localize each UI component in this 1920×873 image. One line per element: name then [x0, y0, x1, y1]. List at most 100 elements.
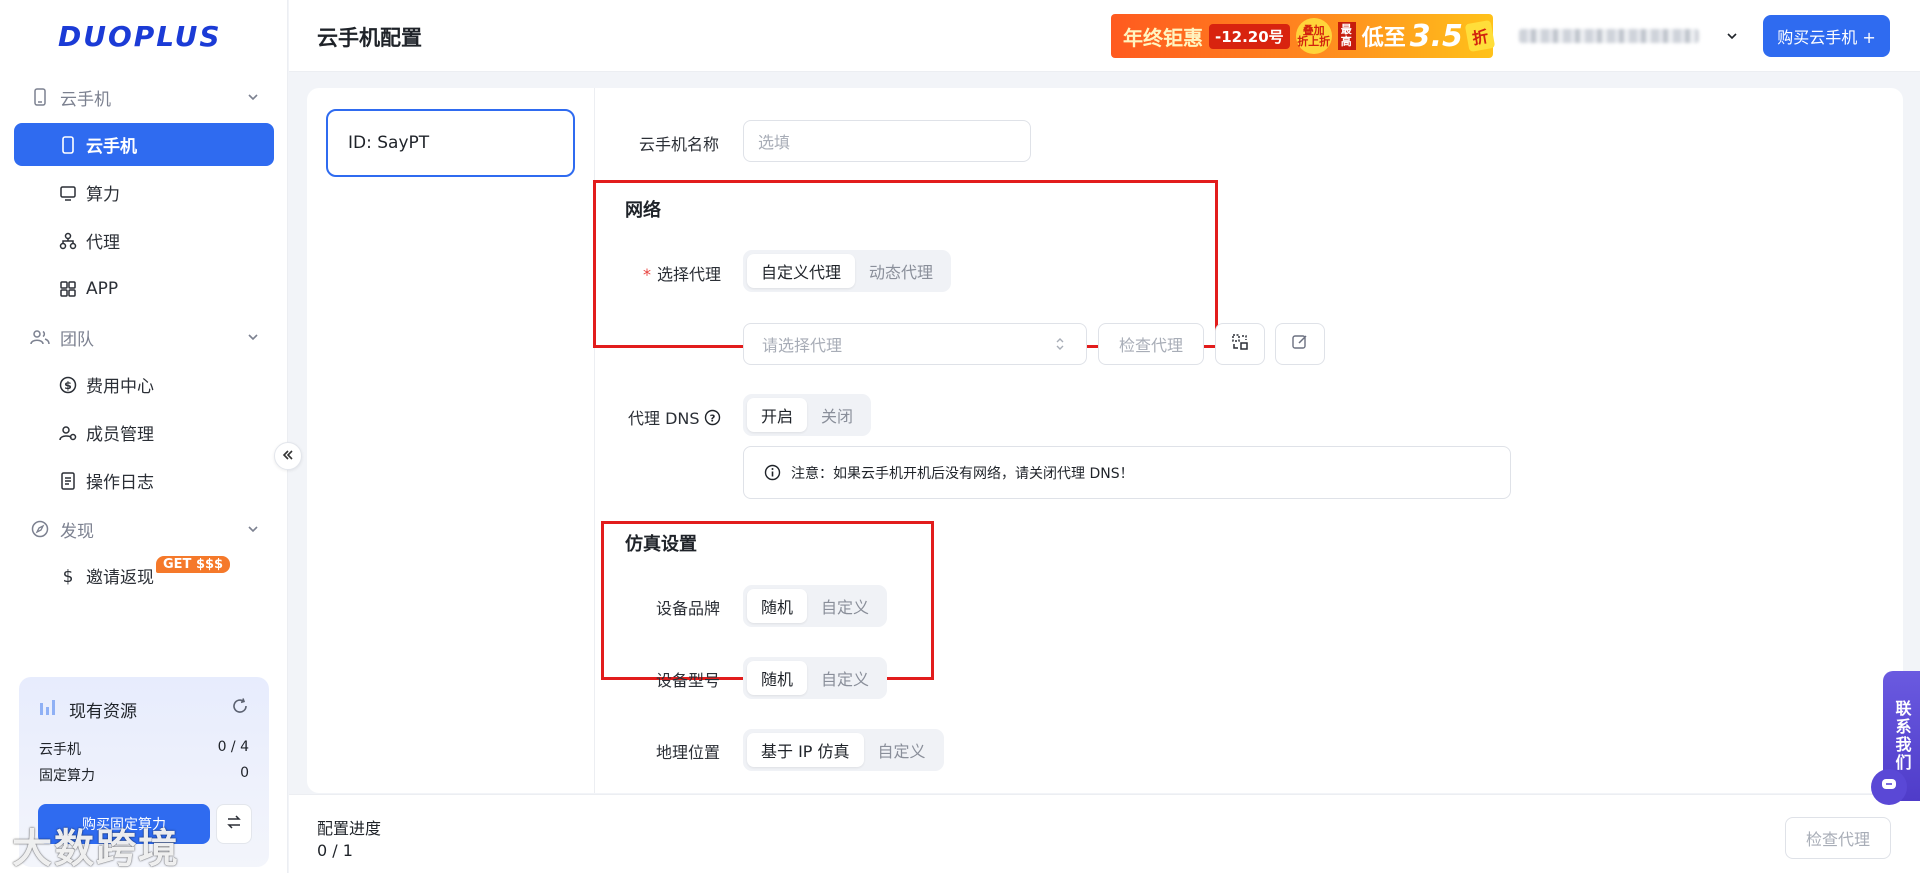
phone-outline-icon [30, 87, 50, 107]
nav-group-label: 团队 [60, 329, 94, 350]
chat-button[interactable] [1871, 769, 1907, 805]
brand-option-custom[interactable]: 自定义 [807, 589, 883, 623]
nav-group-label: 云手机 [60, 89, 111, 110]
progress-value: 0 / 1 [317, 841, 353, 860]
proxy-label-text: 选择代理 [657, 265, 722, 284]
promo-banner[interactable]: 年终钜惠 -12.20号 叠加 折上折 最高 低至 3.5 折 [1111, 14, 1496, 58]
model-option-custom[interactable]: 自定义 [807, 661, 883, 695]
chevron-down-icon [246, 329, 260, 349]
footer-check-proxy-button[interactable]: 检查代理 [1785, 817, 1891, 859]
name-label: 云手机名称 [639, 135, 720, 154]
promo-stack-badge: 叠加 折上折 [1295, 18, 1332, 54]
resource-value: 0 [240, 765, 249, 781]
watermark: 大数跨境 [12, 826, 180, 872]
brand-option-random[interactable]: 随机 [747, 589, 808, 623]
info-icon [764, 464, 781, 481]
edit-icon [1291, 333, 1309, 355]
model-toggle: 随机 自定义 [743, 657, 888, 699]
geo-option-ip[interactable]: 基于 IP 仿真 [747, 733, 864, 767]
monitor-icon [58, 183, 78, 203]
dns-toggle: 开启 关闭 [743, 394, 872, 436]
sidebar-item-logs[interactable]: 操作日志 [14, 459, 274, 502]
nav-group-discover[interactable]: 发现 [30, 513, 260, 545]
phone-id-card[interactable]: ID: SayPT [326, 109, 575, 177]
scan-proxy-button[interactable] [1215, 323, 1265, 365]
dollar-circle-icon: $ [58, 375, 78, 395]
page-title: 云手机配置 [317, 26, 422, 50]
team-icon [30, 327, 50, 347]
phone-icon [58, 135, 78, 155]
sidebar-item-cloud-phone[interactable]: 云手机 [14, 123, 274, 166]
dns-option-on[interactable]: 开启 [747, 398, 808, 432]
proxy-label: * 选择代理 [643, 261, 721, 285]
buy-cloud-phone-button[interactable]: 购买云手机 + [1763, 15, 1890, 57]
dns-label-text: 代理 DNS [628, 409, 700, 428]
resource-row-phones: 云手机 0 / 4 [39, 739, 249, 759]
config-panel: ID: SayPT 云手机名称 选填 网络 * 选择代理 自定义代理 动态代理 请… [307, 88, 1903, 793]
refresh-icon[interactable] [231, 697, 249, 719]
geo-label: 地理位置 [656, 743, 721, 762]
bar-chart-icon [39, 698, 59, 721]
swap-button[interactable] [216, 804, 252, 844]
promo-discount: 3.5 [1409, 18, 1463, 54]
sidebar-item-billing[interactable]: $ 费用中心 [14, 363, 274, 406]
resources-title-text: 现有资源 [69, 702, 137, 722]
dns-notice: 注意：如果云手机开机后没有网络，请关闭代理 DNS！ [743, 446, 1511, 499]
promo-discount-unit: 折 [1464, 19, 1496, 53]
geo-option-custom[interactable]: 自定义 [864, 733, 940, 767]
promo-date: -12.20号 [1209, 23, 1290, 49]
dns-option-off[interactable]: 关闭 [807, 398, 867, 432]
sidebar-item-invite[interactable]: $ 邀请返现 [14, 554, 274, 597]
promo-as-low: 低至 [1361, 26, 1406, 51]
scan-icon [1231, 333, 1249, 355]
app-root: DUOPLUS 云手机 云手机 算力 代理 APP 团队 $ 费用中心 成员管理… [0, 0, 1920, 873]
resources-title: 现有资源 [39, 697, 137, 722]
svg-text:$: $ [64, 379, 72, 392]
sidebar-item-compute[interactable]: 算力 [14, 171, 274, 214]
sidebar-item-members[interactable]: 成员管理 [14, 411, 274, 454]
footer-bar: 配置进度 0 / 1 检查代理 [289, 794, 1920, 873]
account-name[interactable] [1519, 26, 1699, 46]
sidebar-item-proxy[interactable]: 代理 [14, 219, 274, 262]
brand-toggle: 随机 自定义 [743, 585, 888, 627]
nav-group-team[interactable]: 团队 [30, 321, 260, 353]
promo-text: 年终钜惠 [1123, 25, 1203, 50]
sidebar-item-app[interactable]: APP [14, 267, 274, 310]
svg-text:?: ? [709, 413, 715, 424]
proxy-type-toggle: 自定义代理 动态代理 [743, 250, 952, 292]
edit-proxy-button[interactable] [1275, 323, 1325, 365]
proxy-select-placeholder: 请选择代理 [762, 336, 843, 355]
nav-group-cloud-phone[interactable]: 云手机 [30, 81, 260, 113]
help-icon[interactable]: ? [704, 409, 721, 426]
phone-list-panel: ID: SayPT [307, 88, 595, 793]
proxy-option-custom[interactable]: 自定义代理 [747, 254, 856, 288]
header: 云手机配置 年终钜惠 -12.20号 叠加 折上折 最高 低至 3.5 折 购买… [289, 0, 1920, 72]
nav-group-label: 发现 [60, 521, 94, 542]
user-manage-icon [58, 423, 78, 443]
required-mark: * [643, 265, 651, 284]
sidebar-item-label: 邀请返现 [86, 568, 154, 588]
model-label: 设备型号 [656, 671, 721, 690]
dns-notice-text: 注意：如果云手机开机后没有网络，请关闭代理 DNS！ [791, 465, 1134, 482]
dollar-icon: $ [58, 566, 78, 586]
chevron-down-icon[interactable] [1725, 28, 1739, 47]
sidebar-item-label: APP [86, 278, 119, 299]
sidebar-collapse-button[interactable] [274, 442, 302, 470]
grid-icon [58, 279, 78, 299]
dns-label: 代理 DNS ? [628, 405, 721, 429]
model-option-random[interactable]: 随机 [747, 661, 808, 695]
check-proxy-button[interactable]: 检查代理 [1098, 323, 1204, 365]
proxy-option-dynamic[interactable]: 动态代理 [855, 254, 947, 288]
double-chevron-left-icon [281, 447, 295, 466]
sort-arrows-icon [1054, 336, 1066, 356]
resource-label: 云手机 [39, 742, 81, 758]
logo[interactable]: DUOPLUS [58, 20, 222, 53]
chevron-down-icon [246, 89, 260, 109]
progress-label: 配置进度 [317, 819, 382, 838]
sidebar: DUOPLUS 云手机 云手机 算力 代理 APP 团队 $ 费用中心 成员管理… [0, 0, 288, 873]
resource-label: 固定算力 [39, 768, 95, 784]
proxy-select[interactable]: 请选择代理 [743, 323, 1087, 365]
simulation-section-title: 仿真设置 [625, 534, 697, 555]
name-input[interactable]: 选填 [743, 120, 1031, 162]
svg-text:$: $ [63, 567, 74, 585]
